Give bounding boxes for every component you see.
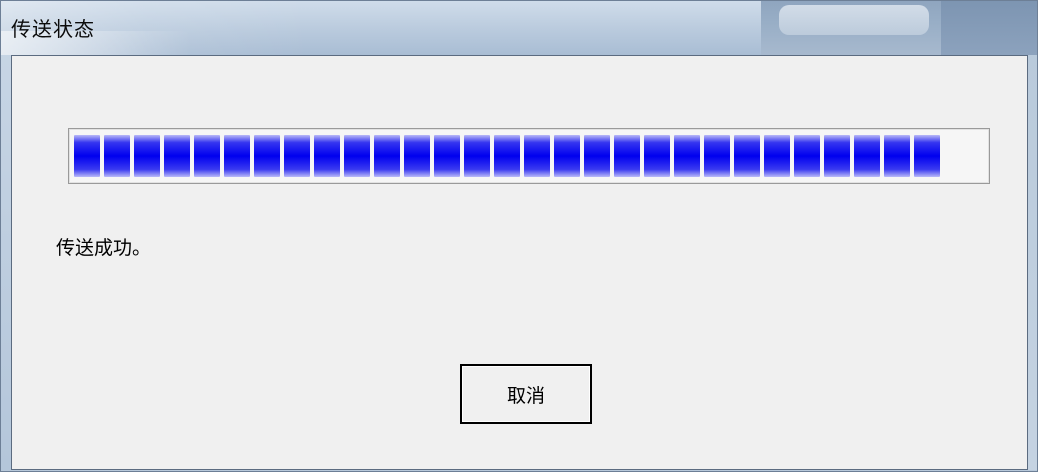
progress-block	[644, 135, 670, 177]
transfer-status-dialog: 传送状态 传送成功。 取消	[0, 0, 1038, 472]
progress-block	[584, 135, 610, 177]
progress-block	[884, 135, 910, 177]
cancel-button[interactable]: 取消	[460, 364, 592, 424]
progress-block	[254, 135, 280, 177]
window-title: 传送状态	[11, 17, 95, 41]
title-bar[interactable]: 传送状态	[1, 1, 1037, 55]
progress-block	[764, 135, 790, 177]
progress-block	[434, 135, 460, 177]
transfer-progress-bar	[68, 128, 990, 184]
progress-block	[74, 135, 100, 177]
dialog-content: 传送成功。 取消	[11, 55, 1028, 470]
progress-block	[194, 135, 220, 177]
progress-block	[494, 135, 520, 177]
progress-fill	[74, 135, 940, 177]
progress-block	[464, 135, 490, 177]
progress-block	[554, 135, 580, 177]
status-message: 传送成功。	[56, 237, 152, 259]
progress-block	[284, 135, 310, 177]
progress-block	[914, 135, 940, 177]
progress-block	[104, 135, 130, 177]
progress-block	[404, 135, 430, 177]
progress-block	[614, 135, 640, 177]
progress-block	[224, 135, 250, 177]
progress-block	[344, 135, 370, 177]
progress-block	[164, 135, 190, 177]
window-frame-right	[1028, 55, 1037, 471]
progress-block	[314, 135, 340, 177]
progress-block	[824, 135, 850, 177]
title-bar-highlight	[779, 5, 929, 35]
progress-block	[134, 135, 160, 177]
progress-block	[674, 135, 700, 177]
progress-block	[524, 135, 550, 177]
progress-block	[374, 135, 400, 177]
progress-block	[734, 135, 760, 177]
title-bar-shade	[941, 1, 1037, 55]
progress-block	[854, 135, 880, 177]
progress-block	[794, 135, 820, 177]
progress-block	[704, 135, 730, 177]
